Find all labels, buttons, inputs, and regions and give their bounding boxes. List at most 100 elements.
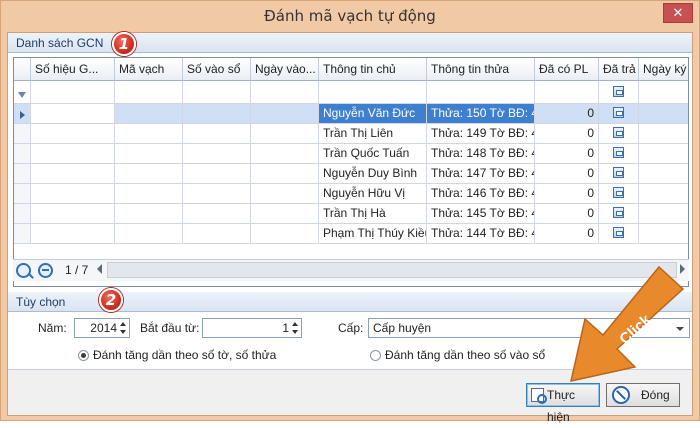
table-cell[interactable]: Phạm Thị Thúy Kiều — [319, 224, 427, 244]
row-indicator[interactable] — [14, 184, 31, 204]
table-cell[interactable] — [251, 224, 319, 244]
table-cell[interactable]: Nguyễn Hữu Vị — [319, 184, 427, 204]
table-cell[interactable] — [251, 164, 319, 184]
column-header[interactable]: Thông tin chủ — [319, 58, 427, 81]
returned-checkbox-icon[interactable] — [613, 167, 624, 179]
scroll-left-icon[interactable] — [97, 264, 102, 274]
table-cell[interactable] — [183, 124, 251, 144]
table-cell[interactable] — [115, 144, 183, 164]
filter-cell[interactable] — [183, 81, 251, 104]
filter-cell[interactable] — [599, 81, 639, 104]
table-cell[interactable] — [599, 164, 639, 184]
column-header[interactable]: Thông tin thửa — [427, 58, 535, 81]
table-cell[interactable]: 0 — [535, 104, 599, 124]
table-row[interactable]: Trần Quốc Tuấn Thửa: 148 Tờ BĐ: 40 — [14, 144, 688, 164]
column-header[interactable]: Số hiệu G... — [31, 58, 115, 81]
radio-sheet-parcel[interactable] — [78, 350, 89, 361]
table-cell[interactable]: Thửa: 146 Tờ BĐ: 4 — [427, 184, 535, 204]
row-indicator[interactable] — [14, 204, 31, 224]
table-cell[interactable] — [639, 144, 688, 164]
table-cell[interactable] — [251, 124, 319, 144]
table-cell[interactable]: 0 — [535, 164, 599, 184]
table-cell[interactable]: 0 — [535, 224, 599, 244]
returned-checkbox-icon[interactable] — [613, 127, 624, 139]
column-header[interactable]: Ngày vào... — [251, 58, 319, 81]
table-cell[interactable]: Thửa: 150 Tờ BĐ: 4 — [427, 104, 535, 124]
table-cell[interactable] — [599, 144, 639, 164]
table-cell[interactable] — [183, 204, 251, 224]
table-cell[interactable] — [115, 224, 183, 244]
returned-checkbox-icon[interactable] — [613, 147, 624, 159]
radio-book-number-label[interactable]: Đánh tăng dần theo số vào sổ — [385, 345, 545, 365]
table-cell[interactable] — [599, 184, 639, 204]
row-indicator[interactable] — [14, 144, 31, 164]
column-header[interactable]: Số vào sổ — [183, 58, 251, 81]
table-cell[interactable]: 0 — [535, 144, 599, 164]
table-cell[interactable] — [599, 204, 639, 224]
table-cell[interactable] — [115, 164, 183, 184]
table-cell[interactable]: Thửa: 145 Tờ BĐ: 4 — [427, 204, 535, 224]
table-cell[interactable] — [639, 104, 688, 124]
table-cell[interactable]: Trần Quốc Tuấn — [319, 144, 427, 164]
zoom-out-icon[interactable] — [38, 263, 53, 278]
table-cell[interactable] — [639, 164, 688, 184]
table-cell[interactable]: 0 — [535, 184, 599, 204]
table-cell[interactable] — [115, 184, 183, 204]
table-cell[interactable] — [251, 104, 319, 124]
table-row[interactable]: Nguyễn Hữu Vị Thửa: 146 Tờ BĐ: 40 — [14, 184, 688, 204]
table-row[interactable]: Phạm Thị Thúy Kiều Thửa: 144 Tờ BĐ: 40 — [14, 224, 688, 244]
table-cell[interactable]: Thửa: 144 Tờ BĐ: 4 — [427, 224, 535, 244]
radio-sheet-parcel-label[interactable]: Đánh tăng dần theo số tờ, số thửa — [93, 345, 276, 365]
table-cell[interactable] — [115, 204, 183, 224]
table-cell[interactable] — [183, 164, 251, 184]
table-cell[interactable]: 0 — [535, 124, 599, 144]
table-cell[interactable] — [251, 144, 319, 164]
row-indicator[interactable] — [14, 164, 31, 184]
table-cell[interactable] — [31, 164, 115, 184]
table-cell[interactable] — [639, 224, 688, 244]
column-header[interactable]: Ngày ký — [639, 58, 688, 81]
filter-cell[interactable] — [639, 81, 688, 104]
start-spin-icon[interactable] — [292, 320, 299, 336]
returned-checkbox-icon[interactable] — [613, 227, 624, 239]
table-cell[interactable]: Thửa: 148 Tờ BĐ: 4 — [427, 144, 535, 164]
table-cell[interactable]: Nguyễn Duy Bình — [319, 164, 427, 184]
column-header[interactable]: Đã trả — [599, 58, 639, 81]
table-cell[interactable]: Trần Thị Hà — [319, 204, 427, 224]
editing-cell[interactable] — [31, 104, 115, 124]
table-row[interactable]: Nguyễn Duy Bình Thửa: 147 Tờ BĐ: 40 — [14, 164, 688, 184]
table-cell[interactable] — [639, 184, 688, 204]
table-cell[interactable] — [251, 204, 319, 224]
table-row[interactable]: Trần Thị Hà Thửa: 145 Tờ BĐ: 40 — [14, 204, 688, 224]
table-cell[interactable] — [599, 104, 639, 124]
table-cell[interactable] — [183, 224, 251, 244]
returned-checkbox-icon[interactable] — [613, 207, 624, 219]
year-spin-icon[interactable] — [120, 320, 127, 336]
start-stepper[interactable]: 1 — [202, 318, 302, 338]
filter-cell[interactable] — [535, 81, 599, 104]
table-row[interactable]: Nguyễn Văn Đức Thửa: 150 Tờ BĐ: 40 — [14, 104, 688, 124]
table-cell[interactable] — [183, 144, 251, 164]
table-cell[interactable] — [599, 124, 639, 144]
table-cell[interactable] — [115, 124, 183, 144]
table-cell[interactable] — [183, 104, 251, 124]
table-row[interactable]: Trần Thị Liên Thửa: 149 Tờ BĐ: 40 — [14, 124, 688, 144]
filter-cell[interactable] — [251, 81, 319, 104]
table-cell[interactable] — [31, 184, 115, 204]
radio-book-number[interactable] — [370, 350, 381, 361]
table-cell[interactable] — [31, 124, 115, 144]
column-header[interactable]: Mã vạch — [115, 58, 183, 81]
table-cell[interactable] — [31, 204, 115, 224]
filter-cell[interactable] — [427, 81, 535, 104]
table-cell[interactable] — [183, 184, 251, 204]
returned-checkbox-icon[interactable] — [613, 187, 624, 199]
table-cell[interactable] — [639, 124, 688, 144]
row-indicator[interactable] — [14, 124, 31, 144]
table-cell[interactable] — [115, 104, 183, 124]
table-cell[interactable]: 0 — [535, 204, 599, 224]
zoom-in-icon[interactable] — [16, 263, 31, 278]
gcn-grid[interactable]: Số hiệu G... Mã vạch Số vào sổ Ngày vào.… — [13, 57, 689, 287]
close-window-button[interactable]: ✕ — [663, 3, 693, 23]
row-indicator[interactable] — [14, 224, 31, 244]
filter-cell[interactable] — [115, 81, 183, 104]
